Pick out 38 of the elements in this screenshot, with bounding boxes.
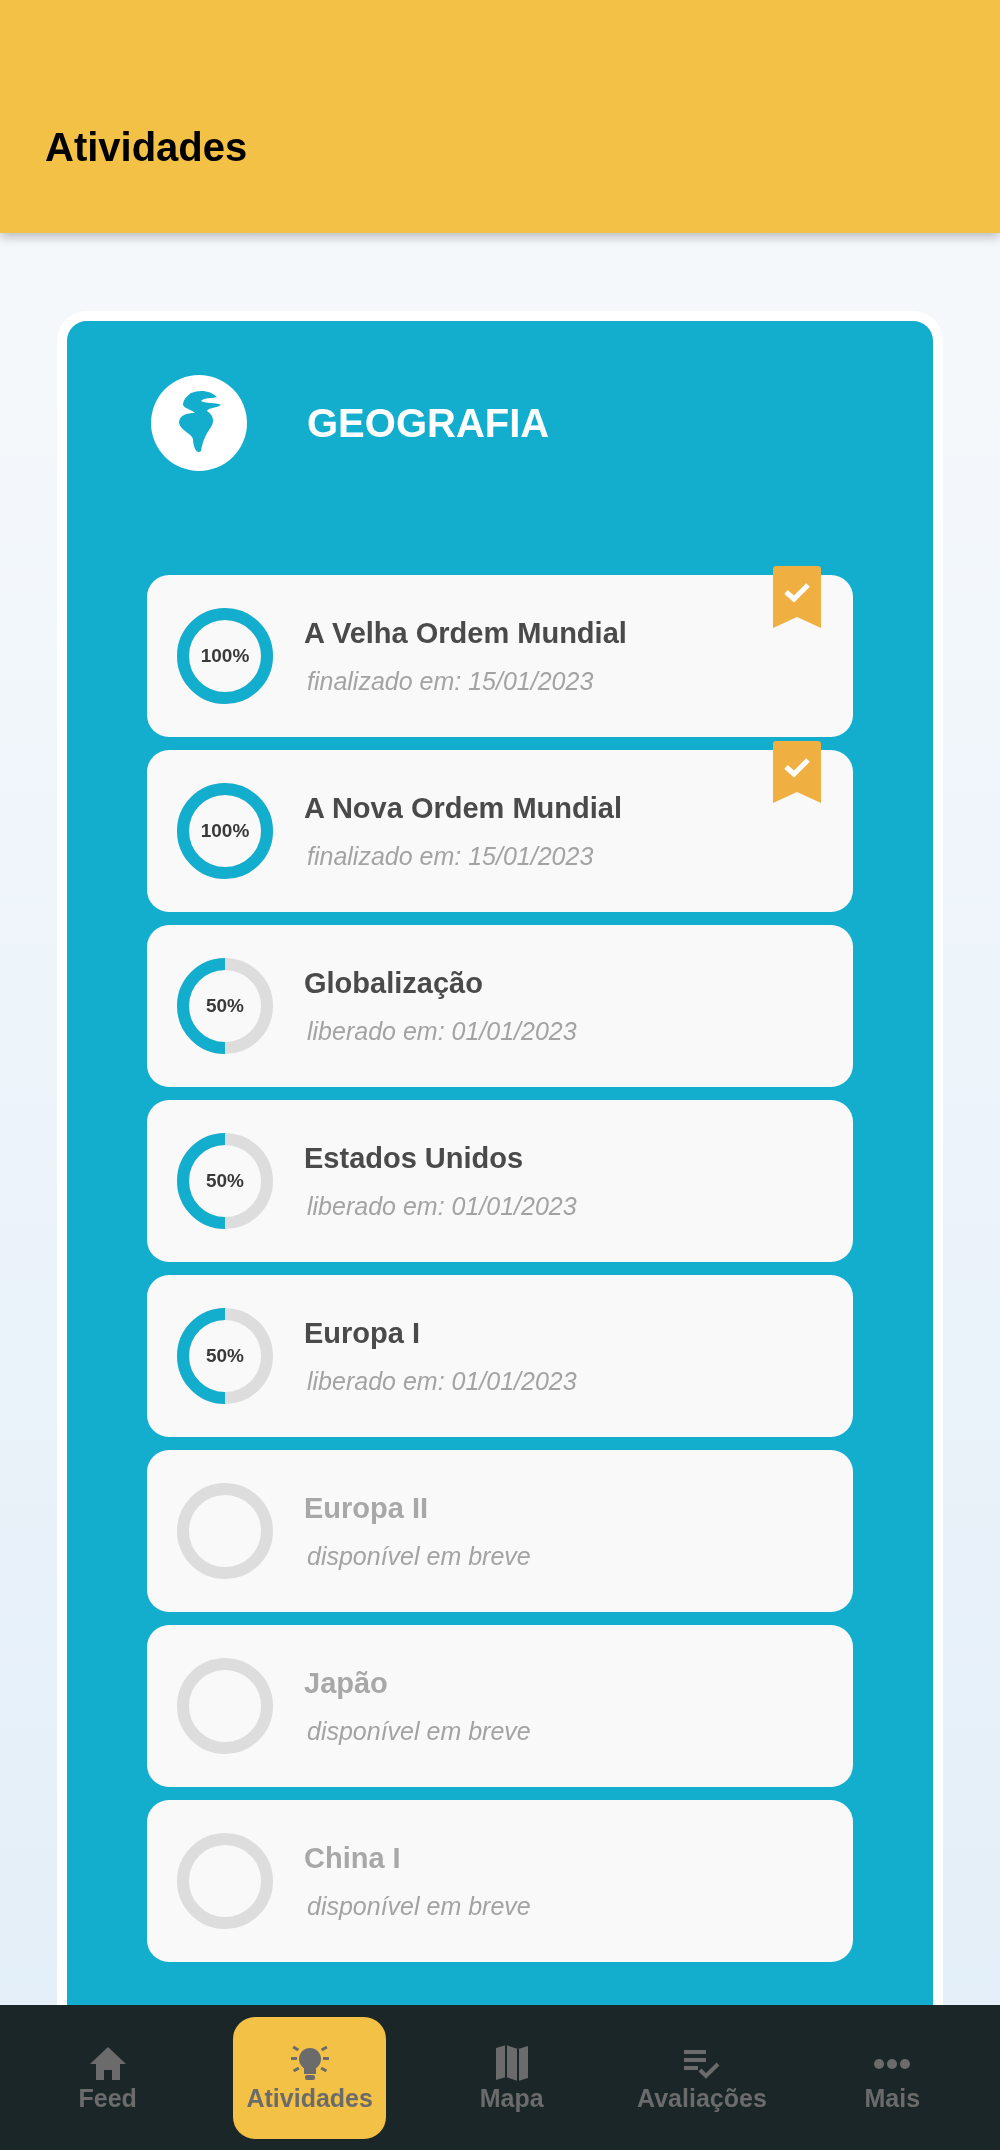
- activity-date: finalizado em: 15/01/2023: [306, 666, 595, 697]
- globe-icon: [151, 375, 247, 471]
- activity-date: liberado em: 01/01/2023: [306, 1191, 577, 1222]
- nav-tab[interactable]: Feed: [57, 2016, 158, 2139]
- nav-tab[interactable]: Mapa: [461, 2016, 562, 2139]
- activity-date: disponível em breve: [306, 1716, 531, 1747]
- activity-card[interactable]: 50% Globalização liberado em: 01/01/2023: [147, 925, 853, 1087]
- more-icon: [872, 2057, 913, 2071]
- page-title: Atividades: [45, 127, 248, 167]
- activity-date: liberado em: 01/01/2023: [306, 1366, 577, 1397]
- progress-percent: 100%: [200, 818, 250, 843]
- activity-title: Europa I: [304, 1315, 421, 1351]
- activity-card[interactable]: 50% Estados Unidos liberado em: 01/01/2023: [147, 1100, 853, 1262]
- activity-card[interactable]: 100% A Nova Ordem Mundial finalizado em: 15/01/2023: [147, 750, 853, 912]
- activity-date: finalizado em: 15/01/2023: [306, 841, 595, 872]
- activity-title: Globalização: [304, 965, 484, 1001]
- subject-title: GEOGRAFIA: [307, 400, 550, 447]
- activity-title: China I: [304, 1840, 402, 1876]
- progress-percent: 100%: [200, 643, 250, 668]
- activity-card[interactable]: Europa II disponível em breve: [147, 1450, 853, 1612]
- activity-date: disponível em breve: [306, 1891, 531, 1922]
- activity-date: liberado em: 01/01/2023: [306, 1016, 577, 1047]
- activity-title: Estados Unidos: [304, 1140, 525, 1176]
- activity-title: Europa II: [304, 1490, 430, 1526]
- nav-tab[interactable]: Atividades: [233, 2016, 387, 2139]
- activity-title: A Velha Ordem Mundial: [304, 615, 627, 651]
- activity-card[interactable]: 100% A Velha Ordem Mundial finalizado em: 15/01/2023: [147, 575, 853, 737]
- activity-card[interactable]: Japão disponível em breve: [147, 1625, 853, 1787]
- activity-date: disponível em breve: [306, 1541, 531, 1572]
- activity-title: A Nova Ordem Mundial: [304, 790, 622, 826]
- progress-percent: 50%: [206, 1343, 244, 1368]
- nav-tab[interactable]: Avaliações: [637, 2016, 767, 2139]
- activity-title: Japão: [304, 1665, 389, 1701]
- activity-card[interactable]: 50% Europa I liberado em: 01/01/2023: [147, 1275, 853, 1437]
- progress-percent: 50%: [206, 993, 244, 1018]
- activity-card[interactable]: China I disponível em breve: [147, 1800, 853, 1962]
- nav-tab[interactable]: Mais: [842, 2016, 943, 2139]
- progress-percent: 50%: [206, 1168, 244, 1193]
